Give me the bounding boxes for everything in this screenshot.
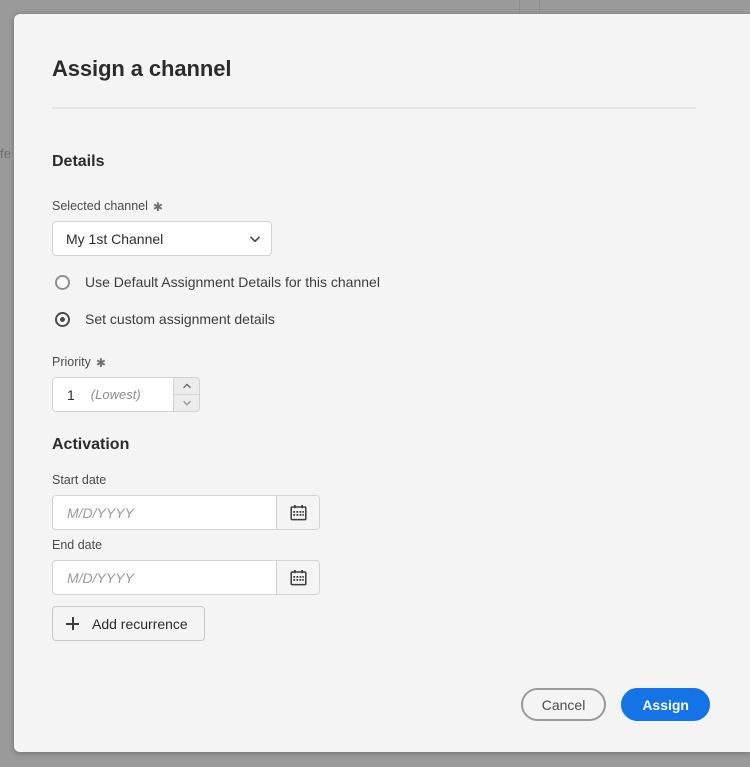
start-date-field[interactable]: M/D/YYYY [52, 495, 320, 530]
end-date-label: End date [52, 538, 102, 552]
add-recurrence-button[interactable]: Add recurrence [52, 606, 205, 641]
radio-label-use-default: Use Default Assignment Details for this … [85, 274, 380, 290]
dialog-title: Assign a channel [52, 56, 231, 82]
radio-use-default-assignment[interactable]: Use Default Assignment Details for this … [55, 274, 380, 290]
selected-channel-dropdown[interactable]: My 1st Channel [52, 221, 272, 256]
chevron-up-icon [182, 381, 192, 391]
priority-stepper[interactable]: 1 (Lowest) [52, 377, 200, 412]
required-asterisk-icon: ✱ [153, 200, 163, 214]
selected-channel-value: My 1st Channel [66, 231, 249, 247]
priority-input[interactable]: 1 (Lowest) [52, 377, 173, 412]
add-recurrence-label: Add recurrence [92, 616, 188, 632]
end-date-calendar-button[interactable] [276, 561, 319, 594]
priority-hint: (Lowest) [91, 387, 141, 402]
priority-stepper-buttons [173, 377, 200, 412]
activation-section-heading: Activation [52, 436, 129, 454]
radio-unselected-icon [55, 275, 70, 290]
plus-icon [66, 617, 79, 630]
selected-channel-label: Selected channel ✱ [52, 199, 163, 213]
start-date-label: Start date [52, 473, 106, 487]
dialog-footer: Cancel Assign [521, 688, 710, 721]
start-date-calendar-button[interactable] [276, 496, 319, 529]
priority-label: Priority ✱ [52, 355, 106, 369]
title-divider [52, 107, 696, 109]
calendar-icon [290, 569, 307, 586]
cancel-button[interactable]: Cancel [521, 688, 607, 721]
assign-button[interactable]: Assign [621, 688, 710, 721]
priority-increment-button[interactable] [174, 378, 199, 394]
radio-set-custom-details[interactable]: Set custom assignment details [55, 311, 275, 327]
backdrop-divider [519, 0, 520, 14]
start-date-input[interactable]: M/D/YYYY [53, 496, 276, 529]
priority-decrement-button[interactable] [174, 394, 199, 411]
backdrop-clipped-text: fe [0, 146, 14, 161]
calendar-icon [290, 504, 307, 521]
backdrop-divider [539, 0, 540, 14]
priority-label-text: Priority [52, 355, 91, 369]
priority-value: 1 [67, 387, 75, 403]
end-date-input[interactable]: M/D/YYYY [53, 561, 276, 594]
details-section-heading: Details [52, 153, 104, 171]
assign-channel-dialog: Assign a channel Details Selected channe… [14, 14, 750, 752]
chevron-down-icon [182, 398, 192, 408]
chevron-down-icon [249, 233, 261, 245]
selected-channel-label-text: Selected channel [52, 199, 148, 213]
end-date-field[interactable]: M/D/YYYY [52, 560, 320, 595]
radio-selected-icon [55, 312, 70, 327]
required-asterisk-icon: ✱ [96, 356, 106, 370]
radio-label-set-custom: Set custom assignment details [85, 311, 275, 327]
